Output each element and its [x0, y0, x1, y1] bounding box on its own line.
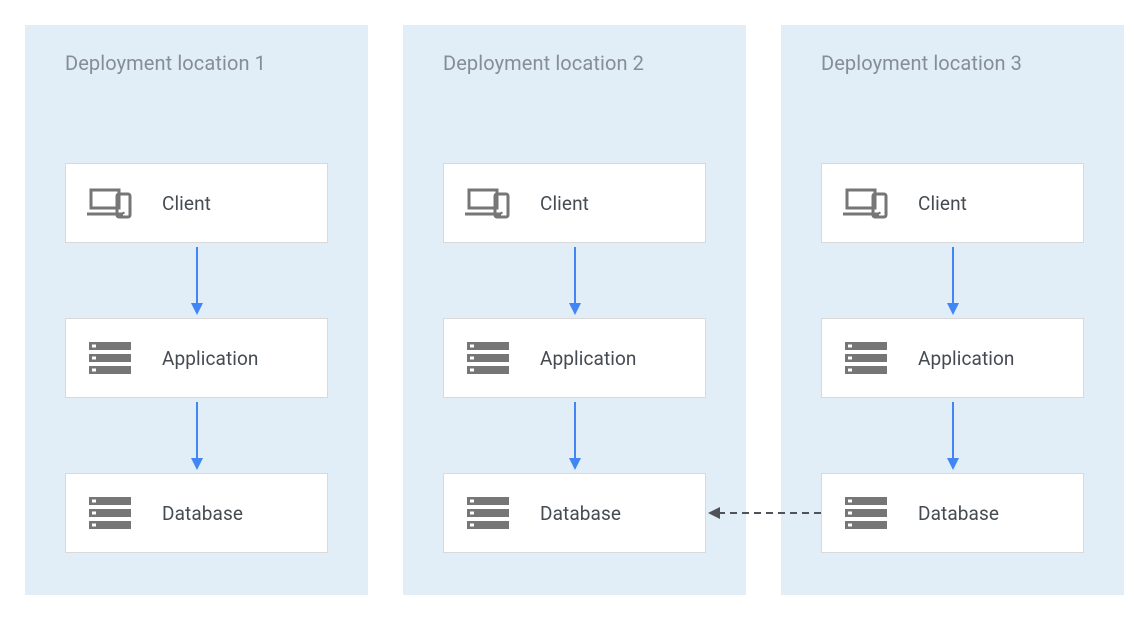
location-title: Deployment location 1 — [65, 51, 328, 75]
locations-row: Deployment location 1 Client — [25, 25, 1124, 595]
tier-client: Client — [821, 163, 1084, 243]
server-icon — [464, 342, 512, 374]
arrow-down-icon — [821, 243, 1084, 318]
deployment-location-1: Deployment location 1 Client — [25, 25, 368, 595]
server-icon — [842, 342, 890, 374]
location-title: Deployment location 2 — [443, 51, 706, 75]
diagram-canvas: Deployment location 1 Client — [0, 0, 1134, 628]
tier-client: Client — [443, 163, 706, 243]
server-icon — [86, 497, 134, 529]
tier-label: Application — [540, 347, 637, 370]
tier-database: Database — [821, 473, 1084, 553]
tier-application: Application — [821, 318, 1084, 398]
dashed-arrow-left-icon — [706, 503, 821, 523]
arrow-down-icon — [443, 243, 706, 318]
tier-label: Client — [918, 192, 967, 215]
arrow-down-icon — [443, 398, 706, 473]
tier-label: Client — [540, 192, 589, 215]
deployment-location-3: Deployment location 3 Client — [781, 25, 1124, 595]
tier-label: Application — [918, 347, 1015, 370]
arrow-down-icon — [65, 398, 328, 473]
server-icon — [464, 497, 512, 529]
tier-application: Application — [443, 318, 706, 398]
tier-label: Database — [918, 502, 999, 525]
arrow-down-icon — [821, 398, 1084, 473]
server-icon — [86, 342, 134, 374]
tier-database: Database — [443, 473, 706, 553]
client-devices-icon — [86, 186, 134, 220]
tier-application: Application — [65, 318, 328, 398]
tier-label: Client — [162, 192, 211, 215]
client-devices-icon — [464, 186, 512, 220]
tier-label: Application — [162, 347, 259, 370]
location-title: Deployment location 3 — [821, 51, 1084, 75]
tier-database: Database — [65, 473, 328, 553]
deployment-location-2: Deployment location 2 Client — [403, 25, 746, 595]
arrow-down-icon — [65, 243, 328, 318]
tier-client: Client — [65, 163, 328, 243]
client-devices-icon — [842, 186, 890, 220]
tier-label: Database — [162, 502, 243, 525]
tier-label: Database — [540, 502, 621, 525]
server-icon — [842, 497, 890, 529]
